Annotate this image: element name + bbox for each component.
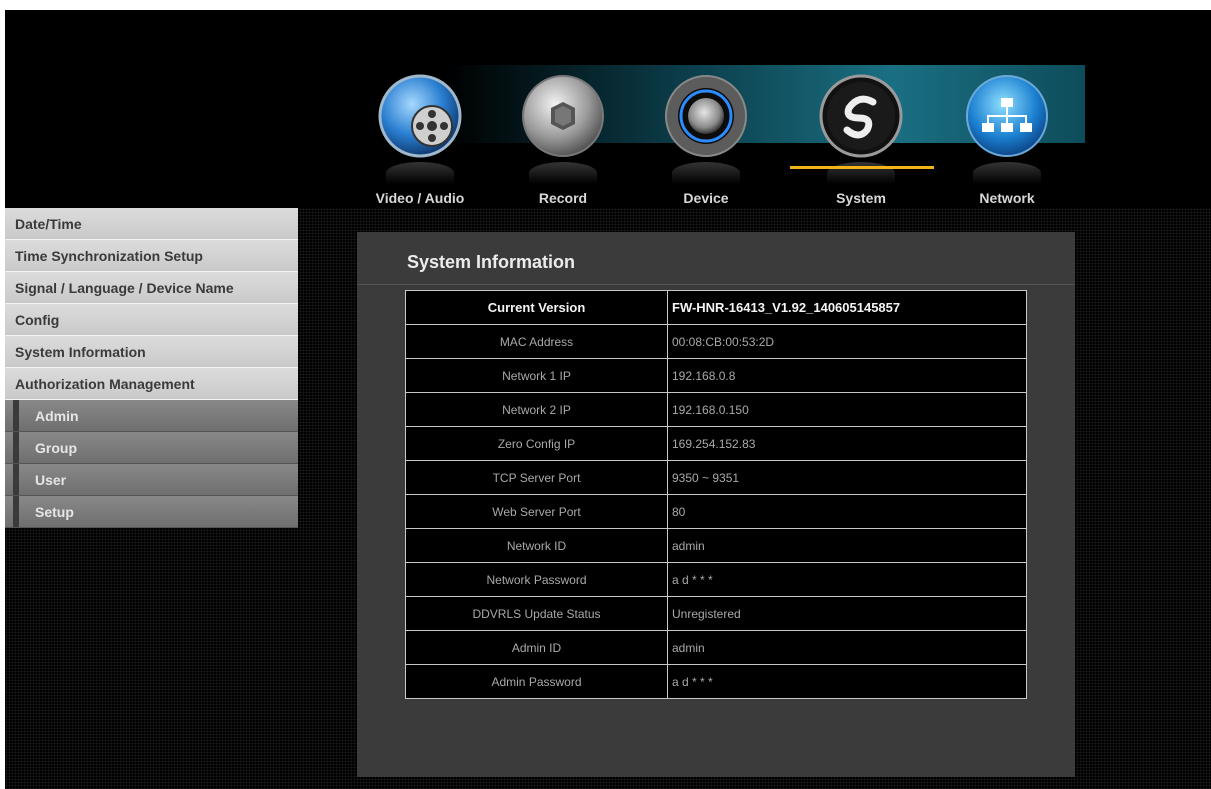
info-value: admin [667, 630, 1027, 665]
info-value: 00:08:CB:00:53:2D [667, 324, 1027, 359]
info-value: FW-HNR-16413_V1.92_140605145857 [667, 290, 1027, 325]
sidebar-subitem-user[interactable]: User [5, 464, 298, 496]
sidebar-subitem-group[interactable]: Group [5, 432, 298, 464]
info-key: Current Version [405, 290, 668, 325]
sidebar-item-authorization[interactable]: Authorization Management [5, 368, 298, 400]
device-icon [664, 74, 748, 158]
table-row: Network ID admin [405, 528, 1027, 563]
info-value: 192.168.0.150 [667, 392, 1027, 427]
sidebar-item-system-information[interactable]: System Information [5, 336, 298, 368]
nav-system-label: System [836, 190, 886, 206]
info-key: Admin Password [405, 664, 668, 699]
nav-system[interactable]: System [801, 70, 921, 210]
nav-network[interactable]: Network [947, 70, 1067, 210]
icon-reflection [386, 162, 454, 184]
info-key: Admin ID [405, 630, 668, 665]
table-row: Zero Config IP 169.254.152.83 [405, 426, 1027, 461]
panel-title: System Information [407, 252, 576, 272]
info-value: 169.254.152.83 [667, 426, 1027, 461]
info-value: a d * * * [667, 664, 1027, 699]
system-information-panel: System Information Current Version FW-HNR… [357, 232, 1075, 777]
info-key: MAC Address [405, 324, 668, 359]
info-value: 80 [667, 494, 1027, 529]
nav-record-label: Record [538, 190, 588, 206]
table-row: TCP Server Port 9350 ~ 9351 [405, 460, 1027, 495]
table-row: Network Password a d * * * [405, 562, 1027, 597]
info-value: 192.168.0.8 [667, 358, 1027, 393]
info-key: Network ID [405, 528, 668, 563]
icon-reflection [672, 162, 740, 184]
info-value: Unregistered [667, 596, 1027, 631]
info-key: Network 1 IP [405, 358, 668, 393]
top-navigation-bar: Video / Audio Record Device System Netwo… [5, 10, 1211, 208]
nav-network-label: Network [979, 190, 1035, 206]
active-tab-indicator [790, 166, 934, 169]
table-row: Network 2 IP 192.168.0.150 [405, 392, 1027, 427]
icon-reflection [529, 162, 597, 184]
table-row: Network 1 IP 192.168.0.8 [405, 358, 1027, 393]
record-icon [521, 74, 605, 158]
sidebar-menu: Date/Time Time Synchronization Setup Sig… [5, 208, 298, 528]
table-row: DDVRLS Update Status Unregistered [405, 596, 1027, 631]
info-key: Network 2 IP [405, 392, 668, 427]
sidebar-item-date-time[interactable]: Date/Time [5, 208, 298, 240]
sidebar-item-config[interactable]: Config [5, 304, 298, 336]
sidebar-subitem-admin[interactable]: Admin [5, 400, 298, 432]
info-key: Zero Config IP [405, 426, 668, 461]
table-row: Admin ID admin [405, 630, 1027, 665]
page-caption [0, 0, 400, 10]
system-info-table: Current Version FW-HNR-16413_V1.92_140605… [405, 290, 1027, 699]
sidebar-item-time-sync[interactable]: Time Synchronization Setup [5, 240, 298, 272]
info-value: 9350 ~ 9351 [667, 460, 1027, 495]
info-value: admin [667, 528, 1027, 563]
info-key: Network Password [405, 562, 668, 597]
nav-video-audio-label: Video / Audio [375, 190, 465, 206]
film-reel-icon [378, 74, 462, 158]
icon-reflection [973, 162, 1041, 184]
table-row: Web Server Port 80 [405, 494, 1027, 529]
info-value: a d * * * [667, 562, 1027, 597]
nav-device-label: Device [683, 190, 729, 206]
network-icon [965, 74, 1049, 158]
sidebar-subitem-setup[interactable]: Setup [5, 496, 298, 528]
info-key: TCP Server Port [405, 460, 668, 495]
divider [357, 284, 1075, 285]
info-key: DDVRLS Update Status [405, 596, 668, 631]
table-row: Current Version FW-HNR-16413_V1.92_140605… [405, 290, 1027, 325]
dvr-settings-window: Video / Audio Record Device System Netwo… [5, 10, 1211, 789]
system-icon [819, 74, 903, 158]
sidebar-item-signal-language[interactable]: Signal / Language / Device Name [5, 272, 298, 304]
table-row: MAC Address 00:08:CB:00:53:2D [405, 324, 1027, 359]
nav-video-audio[interactable]: Video / Audio [360, 70, 480, 210]
nav-record[interactable]: Record [503, 70, 623, 210]
info-key: Web Server Port [405, 494, 668, 529]
table-row: Admin Password a d * * * [405, 664, 1027, 699]
nav-device[interactable]: Device [646, 70, 766, 210]
